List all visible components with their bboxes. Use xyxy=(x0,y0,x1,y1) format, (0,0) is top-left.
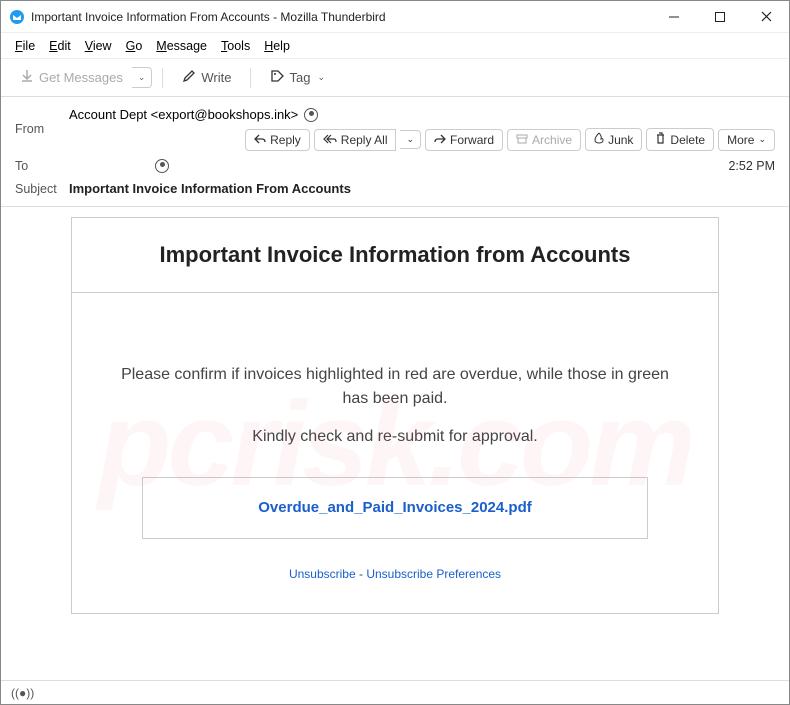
toolbar: Get Messages ⌄ Write Tag ⌄ xyxy=(1,59,789,97)
email-heading: Important Invoice Information from Accou… xyxy=(92,240,698,270)
forward-icon xyxy=(434,133,446,147)
to-row: To 2:52 PM xyxy=(15,155,775,177)
reply-icon xyxy=(254,133,266,147)
unsubscribe-prefs-link[interactable]: Unsubscribe Preferences xyxy=(366,567,501,581)
menu-edit[interactable]: Edit xyxy=(43,37,77,55)
chevron-down-icon: ⌄ xyxy=(317,72,325,83)
menubar: File Edit View Go Message Tools Help xyxy=(1,33,789,59)
message-actions: Reply Reply All ⌄ Forward Archive xyxy=(245,128,775,151)
message-headers: From Account Dept <export@bookshops.ink>… xyxy=(1,97,789,207)
from-label: From xyxy=(15,122,69,136)
separator xyxy=(162,68,163,88)
forward-label: Forward xyxy=(450,133,494,147)
delete-label: Delete xyxy=(670,133,705,147)
subject-label: Subject xyxy=(15,182,69,196)
close-button[interactable] xyxy=(743,1,789,32)
activity-icon: ((●)) xyxy=(11,686,34,700)
reply-all-button[interactable]: Reply All xyxy=(314,129,397,151)
unsubscribe-row: Unsubscribe - Unsubscribe Preferences xyxy=(112,565,678,583)
menu-help[interactable]: Help xyxy=(258,37,296,55)
email-body-block: Please confirm if invoices highlighted i… xyxy=(72,293,718,613)
forward-button[interactable]: Forward xyxy=(425,129,503,151)
email-card: Important Invoice Information from Accou… xyxy=(71,217,719,614)
delete-button[interactable]: Delete xyxy=(646,128,714,151)
menu-go[interactable]: Go xyxy=(120,37,149,55)
from-row: From Account Dept <export@bookshops.ink>… xyxy=(15,103,775,155)
flame-icon xyxy=(594,132,604,147)
to-value: 2:52 PM xyxy=(69,159,775,173)
chevron-down-icon: ⌄ xyxy=(758,134,766,145)
email-paragraph-1: Please confirm if invoices highlighted i… xyxy=(112,363,678,411)
get-messages-label: Get Messages xyxy=(39,70,123,85)
email-paragraph-2: Kindly check and re-submit for approval. xyxy=(112,425,678,449)
pencil-icon xyxy=(182,69,196,86)
archive-icon xyxy=(516,133,528,147)
to-label: To xyxy=(15,159,69,173)
thunderbird-icon xyxy=(9,9,25,25)
window-controls xyxy=(651,1,789,32)
archive-button[interactable]: Archive xyxy=(507,129,581,151)
unsubscribe-link[interactable]: Unsubscribe xyxy=(289,567,356,581)
tag-icon xyxy=(270,69,284,86)
separator xyxy=(250,68,251,88)
tag-label: Tag xyxy=(289,70,310,85)
reply-all-icon xyxy=(323,133,337,147)
reply-all-dropdown[interactable]: ⌄ xyxy=(400,130,421,149)
get-messages-button[interactable]: Get Messages xyxy=(11,64,132,91)
archive-label: Archive xyxy=(532,133,572,147)
reply-label: Reply xyxy=(270,133,301,147)
trash-icon xyxy=(655,132,666,147)
reply-all-label: Reply All xyxy=(341,133,388,147)
write-button[interactable]: Write xyxy=(173,64,240,91)
attachment-box: Overdue_and_Paid_Invoices_2024.pdf xyxy=(142,477,648,539)
attachment-link[interactable]: Overdue_and_Paid_Invoices_2024.pdf xyxy=(258,499,531,516)
write-label: Write xyxy=(201,70,231,85)
minimize-button[interactable] xyxy=(651,1,697,32)
from-value: Account Dept <export@bookshops.ink> Repl… xyxy=(69,107,775,151)
unsub-separator: - xyxy=(356,567,367,581)
window-title: Important Invoice Information From Accou… xyxy=(31,10,651,24)
menu-message[interactable]: Message xyxy=(150,37,213,55)
tag-button[interactable]: Tag ⌄ xyxy=(261,64,334,91)
app-window: Important Invoice Information From Accou… xyxy=(0,0,790,705)
menu-view[interactable]: View xyxy=(79,37,118,55)
get-messages-dropdown[interactable]: ⌄ xyxy=(132,67,153,88)
maximize-button[interactable] xyxy=(697,1,743,32)
download-icon xyxy=(20,69,34,86)
message-body[interactable]: pcrisk.com Important Invoice Information… xyxy=(1,207,789,680)
reply-button[interactable]: Reply xyxy=(245,129,310,151)
menu-file[interactable]: File xyxy=(9,37,41,55)
email-heading-block: Important Invoice Information from Accou… xyxy=(72,218,718,293)
junk-button[interactable]: Junk xyxy=(585,128,642,151)
junk-label: Junk xyxy=(608,133,633,147)
titlebar: Important Invoice Information From Accou… xyxy=(1,1,789,33)
more-button[interactable]: More ⌄ xyxy=(718,129,775,151)
from-address[interactable]: Account Dept <export@bookshops.ink> xyxy=(69,107,298,122)
subject-value: Important Invoice Information From Accou… xyxy=(69,181,775,196)
subject-row: Subject Important Invoice Information Fr… xyxy=(15,177,775,200)
contact-icon[interactable] xyxy=(155,159,169,173)
menu-tools[interactable]: Tools xyxy=(215,37,256,55)
message-time: 2:52 PM xyxy=(728,159,775,173)
contact-icon[interactable] xyxy=(304,108,318,122)
statusbar: ((●)) xyxy=(1,680,789,704)
more-label: More xyxy=(727,133,754,147)
